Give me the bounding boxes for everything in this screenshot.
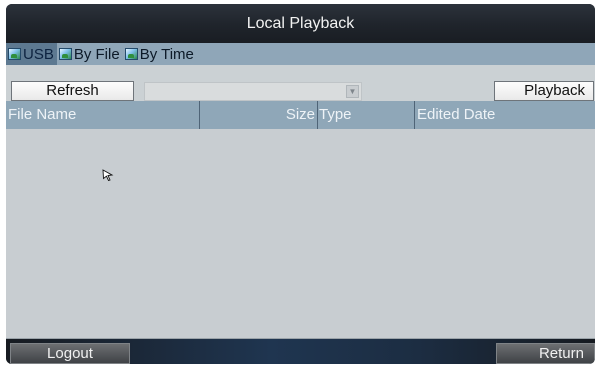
column-header-file-name[interactable]: File Name (8, 101, 199, 129)
file-table-header: File Name Size Type Edited Date (6, 101, 595, 129)
tab-bar: USB By File By Time (6, 43, 595, 65)
return-button[interactable]: Return (496, 343, 595, 364)
tab-usb[interactable]: USB (6, 43, 57, 65)
tab-by-time[interactable]: By Time (123, 43, 197, 65)
column-header-type[interactable]: Type (318, 101, 414, 129)
mouse-pointer-icon (102, 169, 114, 181)
tab-by-file[interactable]: By File (57, 43, 123, 65)
local-playback-window: Local Playback USB By File By Time Refre… (6, 4, 595, 364)
tab-usb-label: USB (23, 45, 54, 63)
tab-by-file-label: By File (73, 45, 120, 63)
chevron-down-icon[interactable]: ▼ (346, 85, 359, 98)
logout-button[interactable]: Logout (10, 343, 130, 364)
tab-by-time-label: By Time (139, 45, 194, 63)
column-header-size[interactable]: Size (200, 101, 317, 129)
toolbar: Refresh ▼ Playback (6, 65, 595, 101)
by-time-icon (124, 48, 138, 60)
by-file-icon (58, 48, 72, 60)
usb-device-icon (8, 48, 21, 60)
bottom-bar: Logout Return (6, 339, 595, 364)
device-select[interactable]: ▼ (144, 82, 362, 101)
window-title: Local Playback (6, 4, 595, 43)
file-list[interactable] (6, 129, 595, 339)
column-header-edited-date[interactable]: Edited Date (415, 101, 595, 129)
playback-button[interactable]: Playback (494, 81, 594, 101)
refresh-button[interactable]: Refresh (11, 81, 134, 101)
